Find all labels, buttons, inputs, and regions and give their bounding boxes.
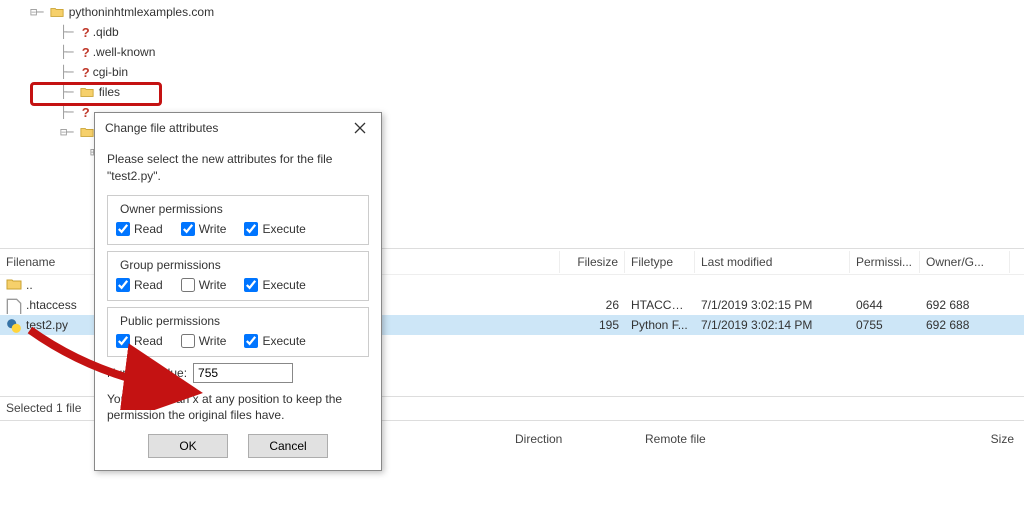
col-size[interactable]: Size [955,426,1024,452]
public-execute-checkbox[interactable]: Execute [244,334,305,348]
tree-label: .qidb [93,25,119,39]
dialog-titlebar[interactable]: Change file attributes [95,113,381,143]
ok-button[interactable]: OK [148,434,228,458]
close-button[interactable] [345,115,375,141]
folder-icon [6,278,22,292]
python-file-icon [6,318,22,332]
numeric-value-label: Numeric value: [107,366,187,380]
public-write-checkbox[interactable]: Write [181,334,227,348]
folder-icon [49,4,65,20]
tree-label: cgi-bin [93,65,128,79]
col-permissions[interactable]: Permissi... [850,251,920,273]
group-read-checkbox[interactable]: Read [116,278,163,292]
folder-icon [79,84,95,100]
owner-execute-checkbox[interactable]: Execute [244,222,305,236]
public-permissions-group: Public permissions Read Write Execute [107,307,369,357]
file-icon [6,298,22,312]
numeric-value-input[interactable] [193,363,293,383]
col-direction[interactable]: Direction [505,426,635,452]
tree-label: pythoninhtmlexamples.com [69,5,214,19]
tree-node[interactable]: ├─ ? .qidb [0,22,1024,42]
folder-icon [79,124,95,140]
question-icon: ? [79,25,93,40]
tree-node-domain[interactable]: ⊟─ pythoninhtmlexamples.com [0,2,1024,22]
col-filesize[interactable]: Filesize [560,251,625,273]
col-owner[interactable]: Owner/G... [920,251,1010,273]
file-attributes-dialog: Change file attributes Please select the… [94,112,382,471]
question-icon: ? [79,45,93,60]
owner-permissions-group: Owner permissions Read Write Execute [107,195,369,245]
group-permissions-group: Group permissions Read Write Execute [107,251,369,301]
col-remote-file[interactable]: Remote file [635,426,955,452]
cancel-button[interactable]: Cancel [248,434,328,458]
tree-node[interactable]: ├─ ? .well-known [0,42,1024,62]
dialog-title: Change file attributes [105,121,218,135]
group-execute-checkbox[interactable]: Execute [244,278,305,292]
owner-read-checkbox[interactable]: Read [116,222,163,236]
col-filetype[interactable]: Filetype [625,251,695,273]
question-icon: ? [79,65,93,80]
tree-label: .well-known [93,45,156,59]
tree-node[interactable]: ├─ ? cgi-bin [0,62,1024,82]
group-write-checkbox[interactable]: Write [181,278,227,292]
col-modified[interactable]: Last modified [695,251,850,273]
question-icon: ? [79,105,93,120]
owner-write-checkbox[interactable]: Write [181,222,227,236]
dialog-instruction: Please select the new attributes for the… [107,151,369,185]
public-read-checkbox[interactable]: Read [116,334,163,348]
tree-label: files [99,85,120,99]
tree-node-files[interactable]: ├─ files [0,82,1024,102]
close-icon [354,122,366,134]
dialog-hint: You can use an x at any position to keep… [107,391,369,425]
